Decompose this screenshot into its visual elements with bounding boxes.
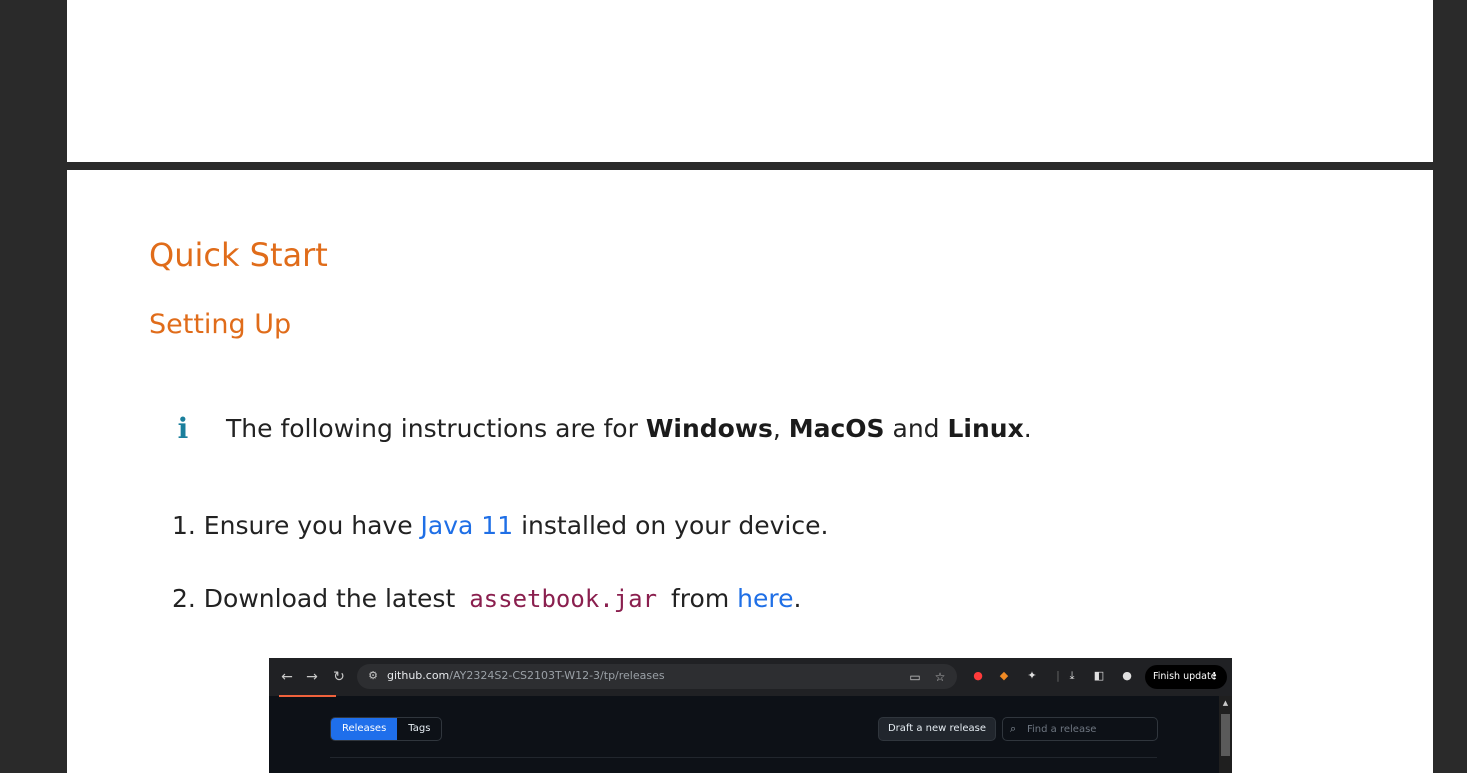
page-top-section bbox=[67, 0, 1433, 162]
profile-icon: ● bbox=[1122, 669, 1132, 682]
forward-arrow-icon: → bbox=[306, 669, 318, 685]
step-2-text: 2. Download the latest bbox=[172, 584, 464, 613]
info-text: The following instructions are for Windo… bbox=[226, 414, 1032, 443]
side-panel-icon: ◧ bbox=[1093, 669, 1105, 682]
info-prefix: The following instructions are for bbox=[226, 413, 646, 443]
step-1-text: 1. Ensure you have bbox=[172, 511, 421, 540]
scroll-thumb bbox=[1221, 714, 1230, 756]
kebab-menu-icon: ⋮ bbox=[1209, 671, 1220, 682]
info-callout: i The following instructions are for Win… bbox=[172, 410, 1032, 446]
metamask-icon: ◆ bbox=[999, 669, 1009, 682]
puzzle-icon: ✦ bbox=[1027, 669, 1037, 682]
cast-icon: ▭ bbox=[909, 670, 921, 684]
browser-toolbar: ← → ↻ ⚙ github.com/AY2324S2-CS2103T-W12-… bbox=[269, 658, 1232, 696]
here-link[interactable]: here bbox=[737, 584, 793, 613]
toolbar-separator: | bbox=[1056, 669, 1060, 682]
finish-update-label: Finish update bbox=[1153, 671, 1217, 682]
step-1: 1. Ensure you have Java 11 installed on … bbox=[172, 511, 828, 540]
tab-tags: Tags bbox=[408, 723, 431, 734]
url-path: /AY2324S2-CS2103T-W12-3/tp/releases bbox=[449, 669, 665, 682]
find-release-field: ⌕ bbox=[1002, 717, 1158, 741]
search-icon: ⌕ bbox=[1010, 722, 1017, 735]
url-host: github.com bbox=[387, 669, 450, 682]
info-icon: i bbox=[177, 411, 189, 445]
os-macos: MacOS bbox=[788, 413, 885, 443]
tab-accent bbox=[279, 695, 336, 697]
info-sep: and bbox=[884, 413, 948, 443]
tab-releases: Releases bbox=[331, 718, 398, 740]
step-2-middle: from bbox=[663, 584, 738, 613]
screenshot-scrollbar: ▲ bbox=[1219, 696, 1232, 773]
site-info-icon: ⚙ bbox=[368, 669, 378, 682]
info-suffix: . bbox=[1023, 413, 1032, 443]
step-2: 2. Download the latest assetbook.jar fro… bbox=[172, 584, 801, 613]
url-text: github.com/AY2324S2-CS2103T-W12-3/tp/rel… bbox=[387, 669, 665, 682]
setting-up-heading: Setting Up bbox=[149, 309, 292, 340]
step-1-suffix: installed on your device. bbox=[513, 511, 829, 540]
address-bar: ⚙ github.com/AY2324S2-CS2103T-W12-3/tp/r… bbox=[357, 664, 957, 689]
back-arrow-icon: ← bbox=[281, 669, 293, 685]
reload-icon: ↻ bbox=[333, 669, 345, 685]
os-windows: Windows bbox=[645, 413, 773, 443]
download-icon: ⤓ bbox=[1069, 669, 1075, 682]
extension-icon: ● bbox=[973, 669, 983, 682]
step-2-suffix: . bbox=[793, 584, 802, 613]
scroll-up-icon: ▲ bbox=[1222, 699, 1229, 707]
info-sep: , bbox=[772, 413, 789, 443]
bookmark-star-icon: ☆ bbox=[934, 670, 946, 684]
draft-release-button: Draft a new release bbox=[878, 717, 996, 741]
releases-screenshot: ← → ↻ ⚙ github.com/AY2324S2-CS2103T-W12-… bbox=[269, 658, 1232, 773]
quick-start-heading: Quick Start bbox=[149, 236, 328, 274]
os-linux: Linux bbox=[947, 413, 1024, 443]
find-release-input bbox=[1025, 718, 1157, 740]
divider bbox=[330, 757, 1157, 758]
page-content: Quick Start Setting Up i The following i… bbox=[67, 170, 1433, 773]
releases-tags-toggle: Releases Tags bbox=[330, 717, 443, 741]
jar-filename: assetbook.jar bbox=[469, 585, 658, 613]
finish-update-button: Finish update ⋮ bbox=[1145, 665, 1227, 689]
java-11-link[interactable]: Java 11 bbox=[421, 511, 514, 540]
